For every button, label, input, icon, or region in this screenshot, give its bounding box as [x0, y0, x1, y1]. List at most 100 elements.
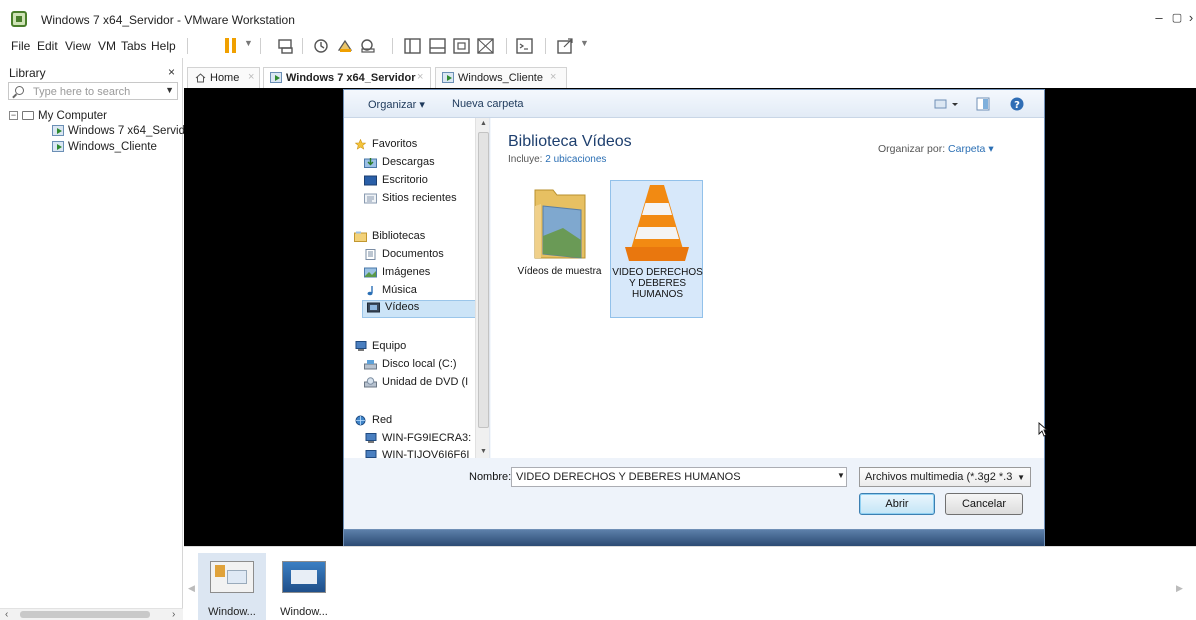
- tree-item-servidor[interactable]: Windows 7 x64_Servidor: [52, 125, 195, 137]
- scroll-right-icon[interactable]: ›: [172, 609, 175, 620]
- snapshot-icon[interactable]: [312, 37, 332, 55]
- stretch-dropdown-icon[interactable]: ▼: [580, 38, 589, 48]
- thumbnail-cliente[interactable]: Window...: [270, 553, 338, 620]
- collapse-icon[interactable]: −: [9, 111, 18, 121]
- close-library-icon[interactable]: ×: [168, 65, 175, 79]
- nav-favorites[interactable]: Favoritos: [354, 138, 417, 150]
- scroll-up-icon[interactable]: ▲: [480, 120, 487, 127]
- vm-icon: [442, 72, 454, 83]
- nav-musica[interactable]: Música: [364, 284, 417, 296]
- nav-bibliotecas[interactable]: Bibliotecas: [354, 230, 425, 242]
- thumbnail-image: [210, 561, 254, 593]
- close-window-button[interactable]: ›: [1186, 10, 1196, 25]
- new-folder-button[interactable]: Nueva carpeta: [452, 98, 524, 110]
- nav-escritorio[interactable]: Escritorio: [364, 174, 428, 186]
- stretch-guest-icon[interactable]: [556, 37, 576, 55]
- nav-imagenes[interactable]: Imágenes: [364, 266, 430, 278]
- pause-icon[interactable]: [222, 37, 242, 55]
- cancel-button[interactable]: Cancelar: [945, 493, 1023, 515]
- tree-item-cliente[interactable]: Windows_Cliente: [52, 141, 157, 153]
- nav-label: Unidad de DVD (I: [382, 376, 469, 388]
- vlc-cone-icon: [625, 185, 689, 261]
- scrollbar-thumb[interactable]: [478, 132, 489, 428]
- pictures-icon: [364, 267, 377, 278]
- navigation-scrollbar[interactable]: ▲ ▼: [475, 118, 489, 458]
- filename-dropdown-icon[interactable]: ▼: [837, 471, 845, 480]
- tab-cliente[interactable]: Windows_Cliente ×: [435, 67, 567, 89]
- open-button[interactable]: Abrir: [859, 493, 935, 515]
- toolbar-separator: [392, 38, 393, 54]
- thumbnail-scroll-right-icon[interactable]: ▶: [1176, 583, 1183, 594]
- nav-network-pc-2[interactable]: WIN-TIJOV6I6F6I: [364, 449, 469, 458]
- menu-view[interactable]: View: [65, 39, 91, 53]
- nav-label: Disco local (C:): [382, 358, 457, 370]
- arrange-by-dropdown[interactable]: Carpeta ▾: [948, 143, 994, 155]
- minimize-button[interactable]: –: [1152, 10, 1166, 25]
- power-dropdown-icon[interactable]: ▼: [244, 38, 253, 48]
- scroll-left-icon[interactable]: ‹: [5, 609, 8, 620]
- show-library-icon[interactable]: [403, 37, 423, 55]
- revert-snapshot-icon[interactable]: [336, 37, 356, 55]
- toolbar-separator: [545, 38, 546, 54]
- network-computer-icon: [365, 432, 377, 443]
- nav-videos[interactable]: Vídeos: [362, 300, 476, 318]
- downloads-icon: [364, 157, 377, 168]
- nav-label: Música: [382, 284, 417, 296]
- snapshot-manager-icon[interactable]: [359, 37, 379, 55]
- nav-documentos[interactable]: Documentos: [364, 248, 444, 260]
- file-type-select[interactable]: Archivos multimedia (*.3g2 *.3 ▼: [859, 467, 1031, 487]
- menu-file[interactable]: File: [11, 39, 30, 53]
- tab-home[interactable]: Home ×: [187, 67, 260, 89]
- scroll-down-icon[interactable]: ▼: [480, 448, 487, 455]
- unity-icon[interactable]: [476, 37, 496, 55]
- nav-red[interactable]: Red: [354, 414, 392, 426]
- thumbnail-bar-icon[interactable]: [428, 37, 448, 55]
- tab-servidor[interactable]: Windows 7 x64_Servidor ×: [263, 67, 431, 89]
- nav-unidad-dvd[interactable]: Unidad de DVD (I: [364, 376, 468, 388]
- maximize-button[interactable]: ▢: [1170, 11, 1184, 24]
- nav-label: Sitios recientes: [382, 192, 457, 204]
- full-screen-icon[interactable]: [452, 37, 472, 55]
- tree-label: Windows_Cliente: [68, 141, 157, 153]
- menu-vm[interactable]: VM: [98, 39, 116, 53]
- thumbnail-scroll-left-icon[interactable]: ◀: [188, 583, 195, 594]
- file-item-selected[interactable]: VIDEO DERECHOS Y DEBERES HUMANOS: [610, 180, 703, 318]
- console-view-icon[interactable]: [515, 37, 535, 55]
- nav-network-pc-1[interactable]: WIN-FG9IECRA3:: [364, 432, 471, 444]
- change-view-icon[interactable]: [934, 97, 960, 111]
- thumbnail-servidor[interactable]: Window...: [198, 553, 266, 620]
- menu-help[interactable]: Help: [151, 39, 176, 53]
- close-tab-icon[interactable]: ×: [550, 71, 556, 83]
- thumbnail-image: [282, 561, 326, 593]
- vm-icon: [270, 72, 282, 83]
- nav-label: Red: [372, 414, 393, 426]
- thumbnail-label: Window...: [208, 606, 256, 618]
- file-item[interactable]: Vídeos de muestra: [513, 180, 606, 318]
- nav-descargas[interactable]: Descargas: [364, 156, 435, 168]
- close-tab-icon[interactable]: ×: [248, 71, 254, 83]
- includes-locations-link[interactable]: 2 ubicaciones: [545, 154, 606, 165]
- search-icon: [15, 86, 24, 95]
- preview-pane-icon[interactable]: [976, 97, 990, 111]
- nav-sitios-recientes[interactable]: Sitios recientes: [364, 192, 457, 204]
- library-panel: Library × Type here to search ▼ − My Comp…: [0, 58, 195, 620]
- library-horizontal-scrollbar[interactable]: ‹ ›: [0, 608, 183, 620]
- menu-tabs[interactable]: Tabs: [121, 39, 146, 53]
- vmware-app-icon: [11, 11, 27, 27]
- send-ctrl-alt-del-icon[interactable]: [276, 37, 296, 55]
- toolbar-separator: [187, 38, 188, 54]
- menu-edit[interactable]: Edit: [37, 39, 58, 53]
- vm-icon: [52, 125, 64, 137]
- close-tab-icon[interactable]: ×: [417, 71, 423, 83]
- filename-input[interactable]: VIDEO DERECHOS Y DEBERES HUMANOS: [511, 467, 847, 487]
- help-icon[interactable]: ?: [1010, 97, 1024, 111]
- organize-menu[interactable]: Organizar ▾: [368, 98, 425, 111]
- file-list-pane: Biblioteca Vídeos Incluye: 2 ubicaciones…: [491, 118, 1044, 458]
- search-dropdown-icon[interactable]: ▼: [165, 85, 174, 95]
- open-file-dialog: Organizar ▾ Nueva carpeta ? Favoritos De…: [343, 89, 1045, 530]
- nav-equipo[interactable]: Equipo: [354, 340, 406, 352]
- tree-item-my-computer[interactable]: − My Computer: [9, 110, 107, 122]
- nav-disco-local[interactable]: Disco local (C:): [364, 358, 457, 370]
- scrollbar-thumb[interactable]: [20, 611, 150, 618]
- library-search-input[interactable]: Type here to search ▼: [8, 82, 178, 100]
